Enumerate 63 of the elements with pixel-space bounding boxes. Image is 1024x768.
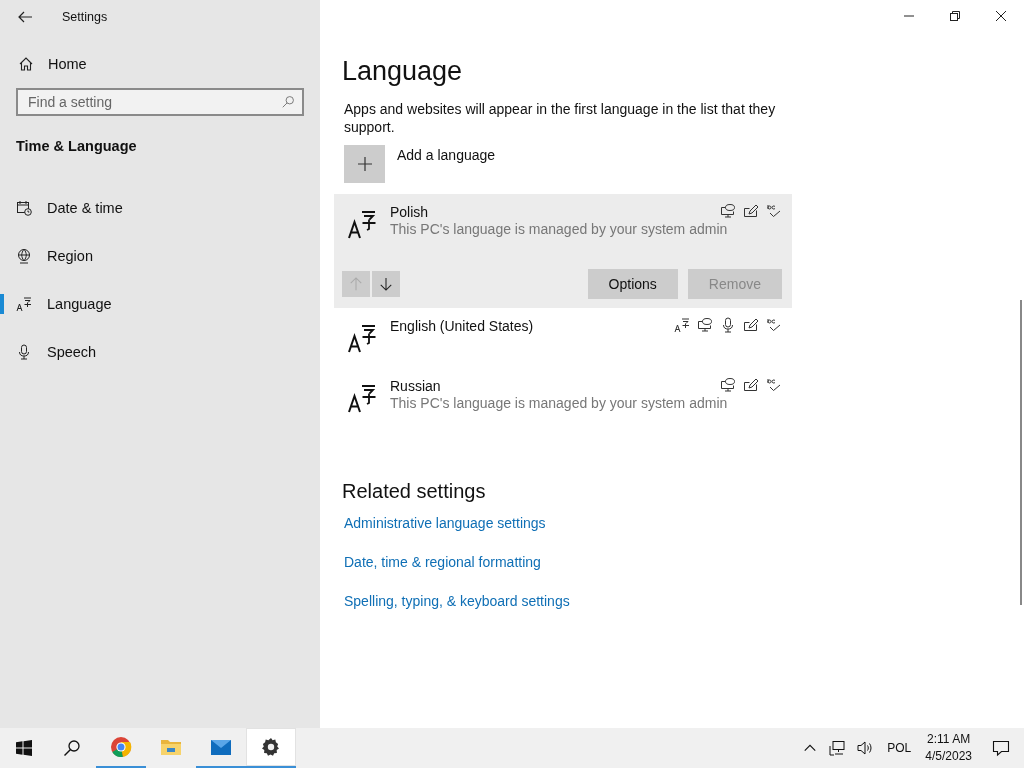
language-icon xyxy=(348,383,376,413)
page-title: Language xyxy=(342,56,464,88)
notification-icon[interactable] xyxy=(992,739,1010,757)
microphone-icon xyxy=(16,344,32,360)
add-language-label[interactable]: Add a language xyxy=(397,147,496,163)
display-icon xyxy=(697,317,713,333)
language-name: Russian xyxy=(390,378,441,394)
move-down-button[interactable] xyxy=(372,271,400,297)
window-title: Settings xyxy=(62,9,108,24)
description-text: Apps and websites will appear in the first language in the list that they support. xyxy=(343,100,777,136)
language-icon xyxy=(348,209,376,239)
up-arrow-icon xyxy=(349,277,363,291)
browser-icon xyxy=(110,736,132,758)
display-icon xyxy=(720,377,736,393)
language-name: English (United States) xyxy=(390,318,534,334)
windows-logo-icon xyxy=(16,740,32,756)
settings-link[interactable]: Administrative language settings xyxy=(344,513,546,533)
close-icon[interactable] xyxy=(995,10,1007,22)
calendar-icon xyxy=(16,200,32,216)
spelling-icon xyxy=(766,203,782,219)
globe-icon xyxy=(16,248,32,264)
language-note: This PC's language is managed by your system admin xyxy=(390,221,729,237)
language-entry[interactable]: English (United States) xyxy=(334,308,792,368)
input-language-indicator[interactable]: POL xyxy=(887,741,912,755)
handwriting-icon xyxy=(743,203,759,219)
clock-date: 4/5/2023 xyxy=(925,748,972,765)
language-name: Polish xyxy=(390,204,429,220)
language-icon xyxy=(16,296,32,312)
settings-link[interactable]: Spelling, typing, & keyboard settings xyxy=(344,591,570,611)
microphone-icon xyxy=(720,317,736,333)
network-icon[interactable] xyxy=(829,740,846,756)
section-heading: Time & Language xyxy=(16,138,138,154)
clock-time: 2:11 AM xyxy=(927,731,971,748)
gear-icon xyxy=(260,736,282,758)
language-entry[interactable]: Russian This PC's language is managed by your system admin xyxy=(334,368,792,428)
spelling-icon xyxy=(766,317,782,333)
language-pack-icon xyxy=(674,317,690,333)
clock[interactable]: 2:11 AM 4/5/2023 xyxy=(925,731,972,765)
down-arrow-icon xyxy=(379,277,393,291)
settings-link[interactable]: Date, time & regional formatting xyxy=(344,552,541,572)
language-note: This PC's language is managed by your system admin xyxy=(390,395,729,411)
plus-icon xyxy=(356,156,373,172)
language-icon xyxy=(348,323,376,353)
home-icon xyxy=(18,56,34,72)
search-icon xyxy=(63,739,81,757)
nav-item[interactable]: Date & time xyxy=(0,184,320,232)
selected-language-entry[interactable]: Polish This PC's language is managed by your system admin Options Remove xyxy=(334,194,792,308)
search-icon xyxy=(281,95,295,109)
nav-item[interactable]: Language xyxy=(0,280,320,328)
nav-item[interactable]: Speech xyxy=(0,328,320,376)
handwriting-icon xyxy=(743,317,759,333)
display-icon xyxy=(720,203,736,219)
scrollbar-thumb[interactable] xyxy=(1020,300,1022,605)
restore-icon[interactable] xyxy=(949,10,961,22)
handwriting-icon xyxy=(743,377,759,393)
options-button[interactable]: Options xyxy=(587,269,678,299)
speaker-icon[interactable] xyxy=(857,740,874,756)
nav-item[interactable]: Region xyxy=(0,232,320,280)
taskbar-app[interactable] xyxy=(246,728,296,768)
search-field[interactable]: Find a setting xyxy=(16,88,304,116)
home-link[interactable]: Home xyxy=(18,56,87,72)
related-settings-heading: Related settings xyxy=(342,480,487,503)
spelling-icon xyxy=(766,377,782,393)
